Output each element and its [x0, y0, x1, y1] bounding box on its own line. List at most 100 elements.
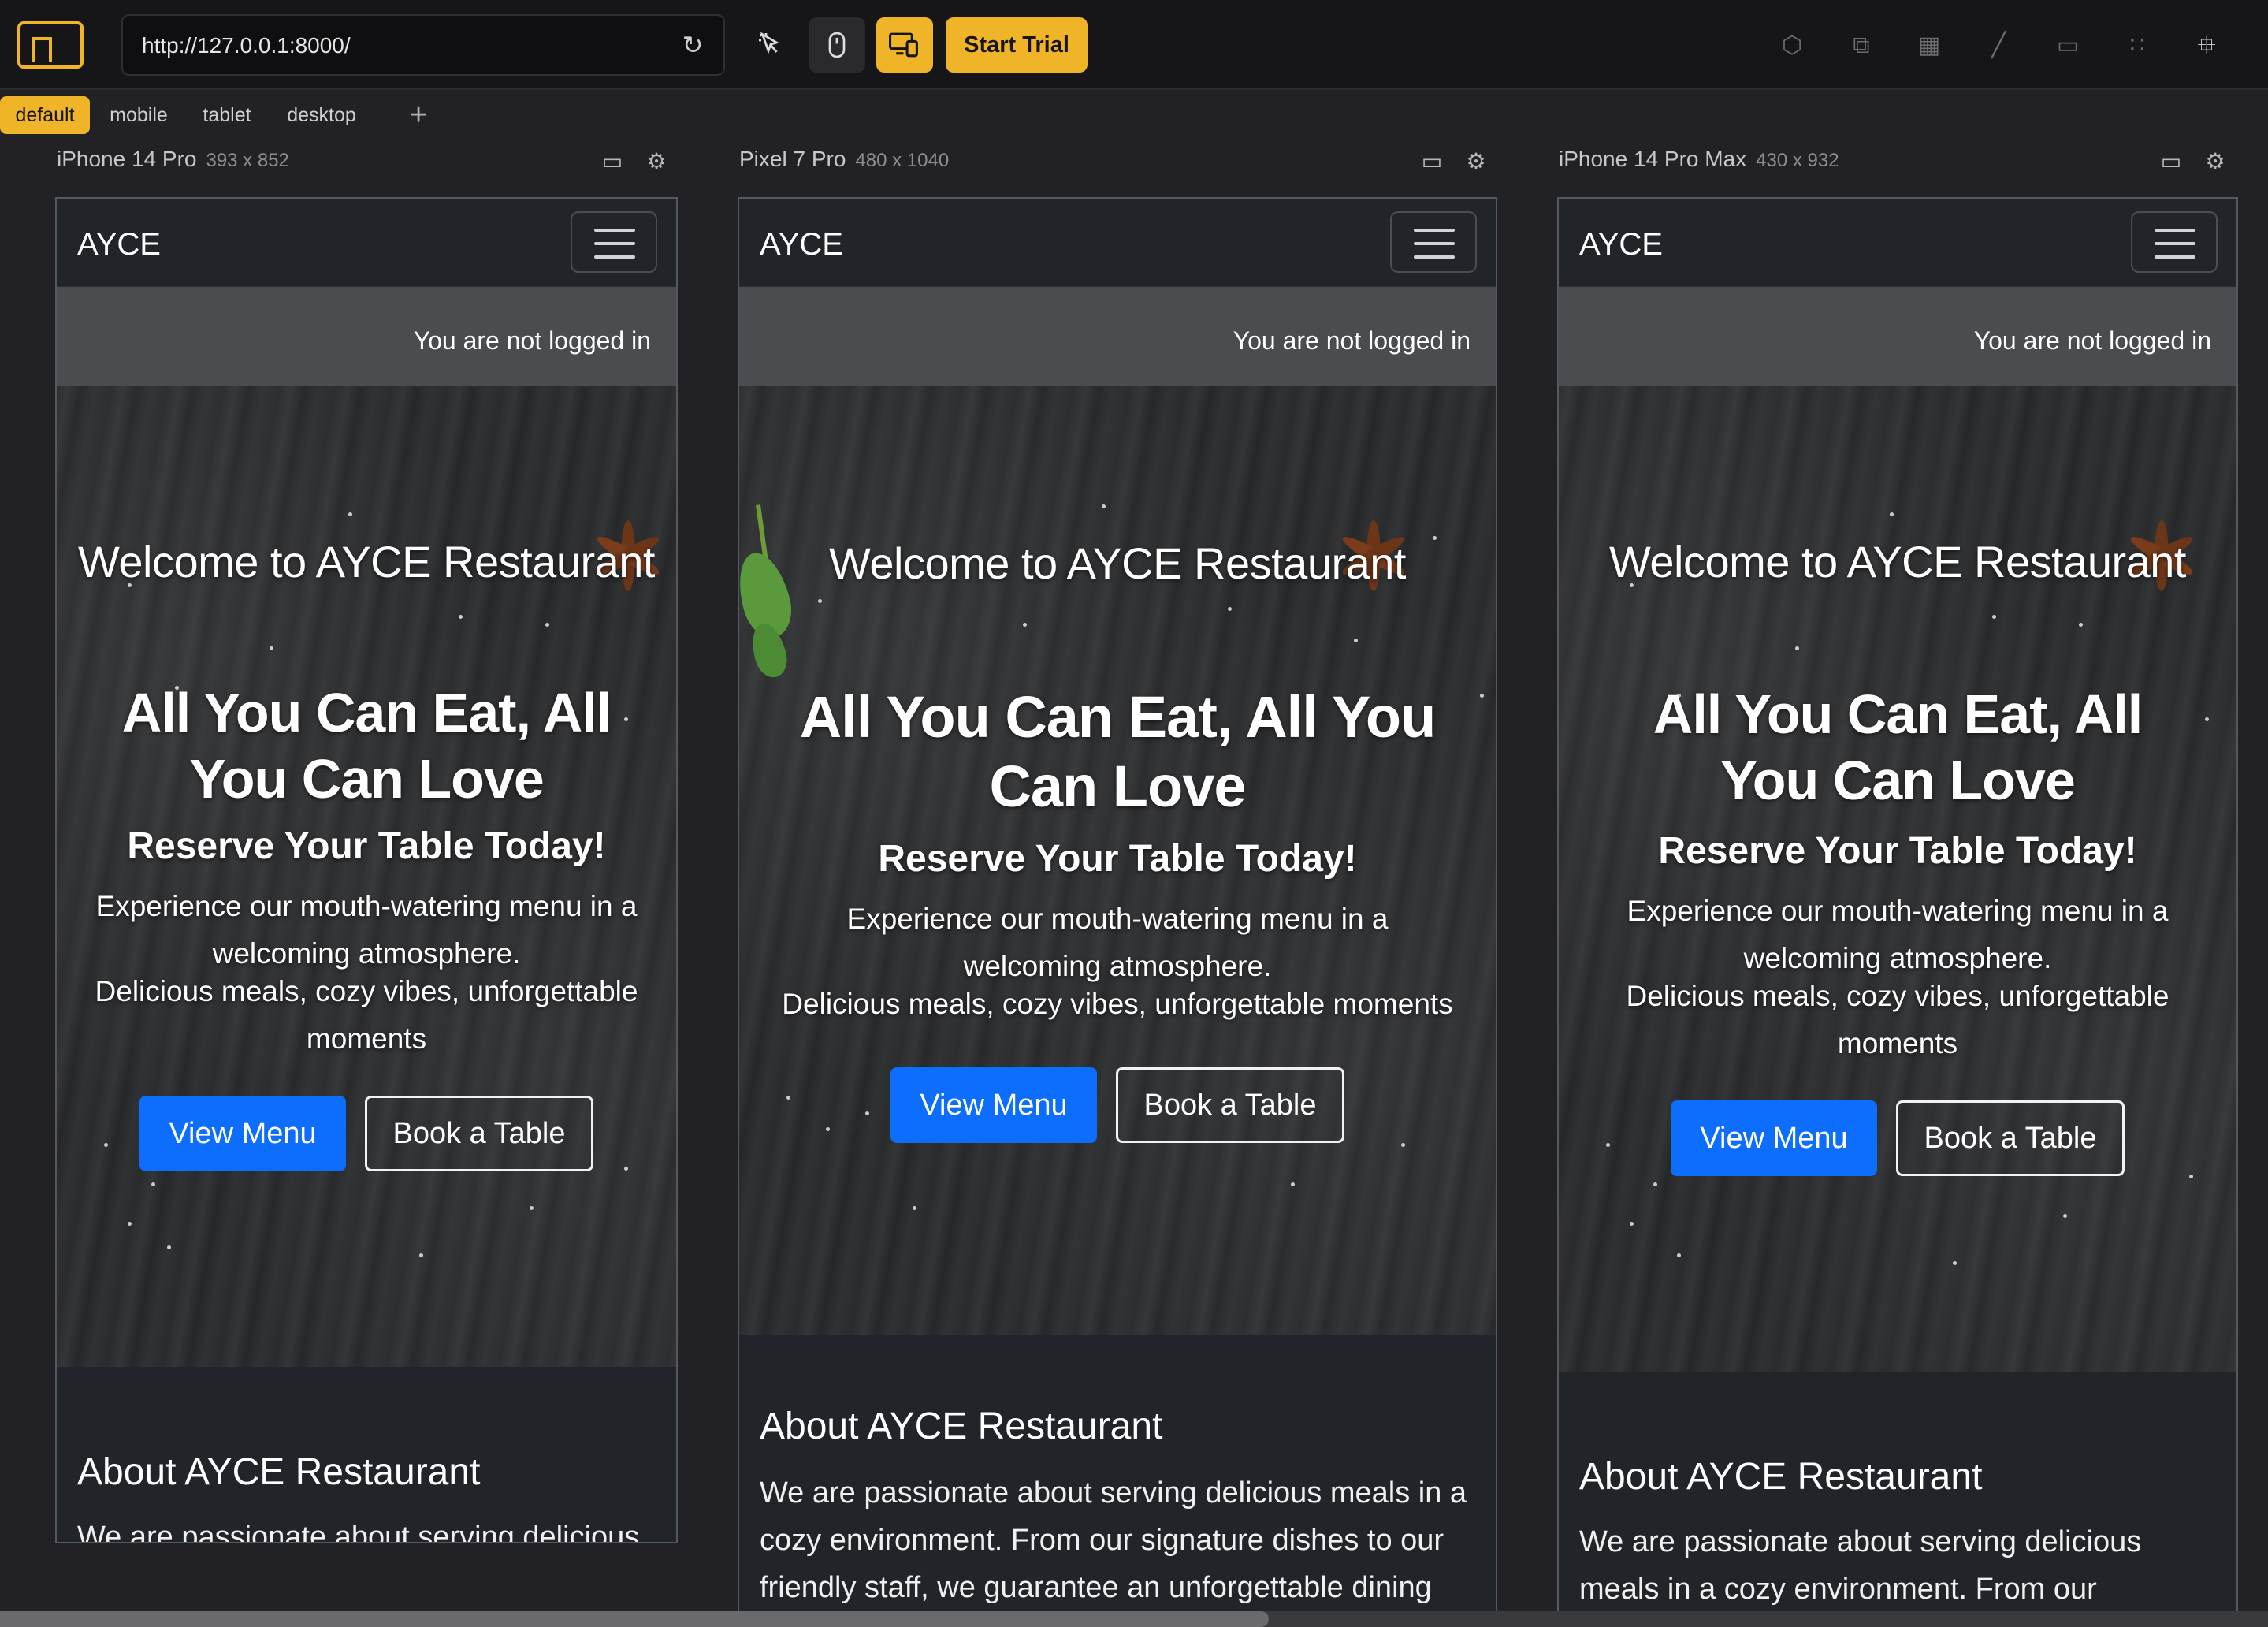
reserve-heading: Reserve Your Table Today!	[127, 825, 606, 867]
device-name: Pixel 7 Pro	[739, 147, 846, 171]
device-label-1: iPhone 14 Pro 393 x 852	[57, 147, 289, 172]
url-bar[interactable]: http://127.0.0.1:8000/ ↻	[121, 14, 725, 76]
hero-vibes: Delicious meals, cozy vibes, unforgettab…	[1626, 980, 2169, 1059]
hero-content: Welcome to AYCE Restaurant	[57, 536, 676, 587]
login-status: You are not logged in	[1233, 326, 1470, 355]
about-section: About AYCE Restaurant We are passionate …	[57, 1367, 676, 1543]
view-menu-button[interactable]: View Menu	[139, 1096, 346, 1171]
device-settings-icon[interactable]: ⚙	[1463, 148, 1489, 175]
overlap-circles-icon[interactable]: ⧉	[1846, 30, 1877, 61]
about-heading: About AYCE Restaurant	[1579, 1456, 1983, 1498]
hero-headline-wrap: All You Can Eat, All You Can Love	[57, 679, 676, 812]
rotate-device-icon[interactable]: ▭	[2158, 148, 2184, 175]
device-settings-icon[interactable]: ⚙	[643, 148, 670, 175]
hero-vibes: Delicious meals, cozy vibes, unforgettab…	[95, 975, 638, 1055]
hero-headline: All You Can Eat, All You Can Love	[799, 684, 1437, 819]
device-tabs: default mobile tablet desktop +	[0, 91, 2268, 139]
device-settings-icon[interactable]: ⚙	[2202, 148, 2229, 175]
about-heading: About AYCE Restaurant	[77, 1451, 481, 1493]
device-label-3: iPhone 14 Pro Max 430 x 932	[1559, 147, 1839, 172]
start-trial-button[interactable]: Start Trial	[946, 17, 1088, 73]
hero-vibes: Delicious meals, cozy vibes, unforgettab…	[782, 988, 1453, 1020]
hero-vibes-wrap: Delicious meals, cozy vibes, unforgettab…	[1559, 973, 2236, 1067]
url-text[interactable]: http://127.0.0.1:8000/	[142, 33, 351, 58]
menu-toggle-icon[interactable]	[1390, 211, 1477, 273]
hero-tagline: Experience our mouth-watering menu in a …	[95, 890, 638, 970]
device-label-2: Pixel 7 Pro 480 x 1040	[739, 147, 949, 172]
welcome-heading: Welcome to AYCE Restaurant	[78, 537, 655, 586]
site-brand[interactable]: AYCE	[760, 227, 843, 262]
site-brand[interactable]: AYCE	[1579, 227, 1663, 262]
inspect-pointer-icon[interactable]	[742, 17, 799, 73]
view-menu-button[interactable]: View Menu	[890, 1067, 1097, 1143]
reserve-heading: Reserve Your Table Today!	[1658, 830, 2137, 872]
device-name: iPhone 14 Pro Max	[1559, 147, 1747, 171]
reserve-heading: Reserve Your Table Today!	[878, 838, 1357, 880]
about-section: About AYCE Restaurant We are passionate …	[1559, 1372, 2236, 1611]
add-tab-icon[interactable]: +	[410, 99, 427, 131]
reload-icon[interactable]: ↻	[679, 32, 706, 58]
rectangle-icon[interactable]: ▭	[2052, 30, 2084, 61]
book-table-button[interactable]: Book a Table	[365, 1096, 593, 1171]
screenshot-icon[interactable]: ⯐	[2191, 30, 2222, 61]
about-text: We are passionate about serving deliciou…	[1579, 1525, 2142, 1606]
overflow-icon[interactable]: │	[2255, 30, 2268, 61]
device-frame-pixel-7-pro: AYCE You are not logged in Welcome to AY…	[738, 197, 1497, 1611]
dots-grid-icon[interactable]: ∷	[2121, 30, 2153, 61]
hero-headline-wrap: All You Can Eat, All You Can Love	[1559, 681, 2236, 814]
responsive-mode-icon[interactable]	[876, 17, 933, 73]
tab-desktop[interactable]: desktop	[276, 96, 367, 134]
hero-tagline-wrap: Experience our mouth-watering menu in a …	[1559, 888, 2236, 982]
about-section: About AYCE Restaurant We are passionate …	[739, 1335, 1496, 1611]
horizontal-scrollbar-thumb[interactable]	[0, 1611, 1269, 1627]
site-brand[interactable]: AYCE	[77, 227, 161, 262]
cube-icon[interactable]: ⬡	[1776, 30, 1808, 61]
tab-tablet[interactable]: tablet	[189, 96, 265, 134]
hero-section: Welcome to AYCE Restaurant All You Can E…	[739, 386, 1496, 1335]
hero-buttons: View Menu Book a Table	[1559, 1100, 2236, 1176]
hero-reserve-wrap: Reserve Your Table Today!	[739, 837, 1496, 881]
hero-buttons: View Menu Book a Table	[57, 1096, 676, 1171]
rotate-device-icon[interactable]: ▭	[1418, 148, 1445, 175]
app-logo-icon[interactable]	[17, 21, 84, 69]
welcome-heading: Welcome to AYCE Restaurant	[829, 538, 1406, 588]
login-status-bar: You are not logged in	[57, 287, 676, 386]
ruler-icon[interactable]: ╱	[1983, 30, 2014, 61]
hero-tagline-wrap: Experience our mouth-watering menu in a …	[57, 883, 676, 977]
hero-buttons: View Menu Book a Table	[739, 1067, 1496, 1143]
menu-toggle-icon[interactable]	[2131, 211, 2218, 273]
hero-content: Welcome to AYCE Restaurant	[739, 538, 1496, 589]
device-name: iPhone 14 Pro	[57, 147, 197, 171]
menu-toggle-icon[interactable]	[571, 211, 657, 273]
hero-tagline-wrap: Experience our mouth-watering menu in a …	[739, 895, 1496, 990]
login-status-bar: You are not logged in	[739, 287, 1496, 386]
hero-tagline: Experience our mouth-watering menu in a …	[1627, 895, 2169, 974]
hero-section: Welcome to AYCE Restaurant All You Can E…	[57, 386, 676, 1367]
about-text: We are passionate about serving deliciou…	[760, 1476, 1467, 1604]
login-status-bar: You are not logged in	[1559, 287, 2236, 386]
hero-vibes-wrap: Delicious meals, cozy vibes, unforgettab…	[57, 968, 676, 1063]
grid-icon[interactable]: ▦	[1913, 30, 1945, 61]
book-table-button[interactable]: Book a Table	[1116, 1067, 1344, 1143]
device-size: 480 x 1040	[855, 150, 950, 171]
hero-reserve-wrap: Reserve Your Table Today!	[1559, 829, 2236, 873]
device-frame-iphone-14-pro-max: AYCE You are not logged in Welcome to AY…	[1557, 197, 2238, 1611]
hero-vibes-wrap: Delicious meals, cozy vibes, unforgettab…	[739, 981, 1496, 1028]
tab-mobile[interactable]: mobile	[98, 96, 180, 134]
device-frame-iphone-14-pro: AYCE You are not logged in Welcome to AY…	[55, 197, 678, 1543]
device-size: 430 x 932	[1756, 150, 1839, 171]
site-navbar: AYCE	[57, 199, 676, 287]
hero-section: Welcome to AYCE Restaurant All You Can E…	[1559, 386, 2236, 1372]
view-menu-button[interactable]: View Menu	[1671, 1100, 1877, 1176]
mouse-mode-icon[interactable]	[809, 17, 865, 73]
book-table-button[interactable]: Book a Table	[1896, 1100, 2125, 1176]
about-text: We are passionate about serving deliciou…	[77, 1521, 640, 1543]
login-status: You are not logged in	[413, 326, 651, 355]
tab-default[interactable]: default	[0, 96, 90, 134]
hero-headline-wrap: All You Can Eat, All You Can Love	[739, 683, 1496, 821]
rotate-device-icon[interactable]: ▭	[599, 148, 626, 175]
hero-content: Welcome to AYCE Restaurant	[1559, 536, 2236, 587]
top-toolbar: http://127.0.0.1:8000/ ↻ Start Trial ⬡ ⧉…	[0, 0, 2268, 90]
hero-headline: All You Can Eat, All You Can Love	[1653, 683, 2143, 811]
hero-reserve-wrap: Reserve Your Table Today!	[57, 825, 676, 868]
